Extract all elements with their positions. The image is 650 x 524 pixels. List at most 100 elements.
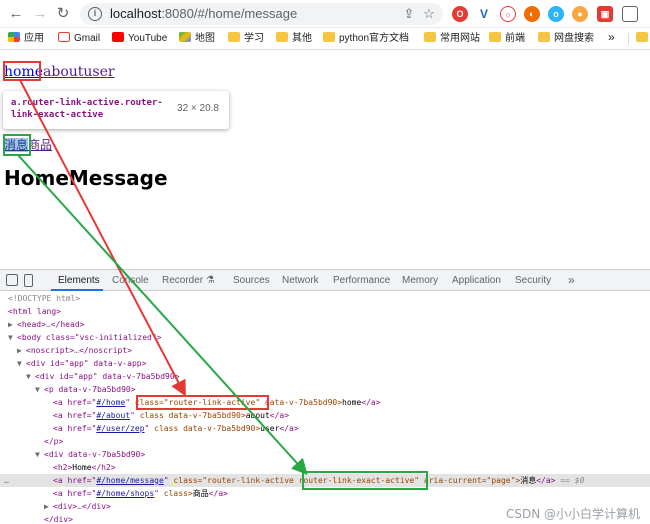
tab-recorder[interactable]: Recorder ⚗ [162, 275, 215, 286]
h2-text: Home [72, 463, 92, 472]
attrs: class data-v-7ba5bd90> [149, 424, 261, 433]
doctype: <!DOCTYPE html> [8, 294, 81, 303]
extension-orange-icon[interactable]: ◐ [524, 6, 540, 22]
dom-line[interactable]: ▼ <div id="app" data-v-app> [0, 357, 650, 370]
tab-memory[interactable]: Memory [402, 275, 438, 286]
bookmark-gmail[interactable]: Gmail [58, 32, 100, 46]
href-link[interactable]: #/home/message [96, 476, 163, 485]
a-close: </a> [269, 411, 290, 420]
link-text: home [342, 398, 362, 407]
tab-performance[interactable]: Performance [333, 275, 390, 286]
dom-line[interactable]: </p> [0, 435, 650, 448]
url-host: localhost [110, 6, 162, 21]
extension-vue-icon[interactable]: V [476, 6, 492, 22]
bookmark-folder-frontend[interactable]: 前端 [489, 32, 525, 46]
more-ellipsis-icon[interactable]: … [4, 474, 9, 487]
expand-arrow-icon[interactable]: ▶ [17, 344, 26, 357]
folder-icon [636, 32, 648, 42]
bookmark-label: 应用 [24, 33, 44, 44]
html-tag: <html lang> [8, 307, 61, 316]
folder-icon [276, 32, 288, 42]
back-arrow-icon[interactable]: ← [6, 4, 26, 24]
info-icon[interactable]: i [88, 7, 102, 21]
extension-circle-icon[interactable]: ○ [500, 6, 516, 22]
dom-line[interactable]: <a href="#/home" class="router-link-acti… [0, 396, 650, 409]
div-home-tag: <div data-v-7ba5bd90> [44, 450, 146, 459]
bookmark-folder-study[interactable]: 学习 [228, 32, 264, 46]
extension-red-icon[interactable]: ▣ [597, 6, 613, 22]
bookmark-label: Gmail [74, 33, 101, 44]
more-tabs-button[interactable]: » [568, 273, 575, 287]
bookmark-folder-sites[interactable]: 常用网站 [424, 32, 480, 46]
attrs: class> [158, 489, 193, 498]
tab-console[interactable]: Console [112, 275, 149, 286]
a-open: <a href=" [53, 476, 97, 485]
bookmark-folder-netdisk[interactable]: 网盘搜索 [538, 32, 594, 46]
extension-opera-icon[interactable]: O [452, 6, 468, 22]
a-open: <a href=" [53, 411, 97, 420]
user-link[interactable]: user [83, 64, 114, 80]
flask-icon: ⚗ [205, 275, 215, 286]
tab-application[interactable]: Application [452, 275, 501, 286]
tab-elements[interactable]: Elements [58, 275, 100, 286]
dom-line[interactable]: <html lang> [0, 305, 650, 318]
dom-line[interactable]: <a href="#/user/zep" class data-v-7ba5bd… [0, 422, 650, 435]
tab-network[interactable]: Network [282, 275, 319, 286]
href-link[interactable]: #/user/zep [96, 424, 144, 433]
dom-line[interactable]: ▼ <body class="vsc-initialized"> [0, 331, 650, 344]
more-bookmarks-button[interactable]: » [608, 30, 615, 44]
extension-cookie-icon[interactable]: ● [572, 6, 588, 22]
href-link[interactable]: #/home/shops [96, 489, 154, 498]
watermark: CSDN @小小白学计算机 [505, 507, 640, 521]
forward-arrow-icon[interactable]: → [30, 4, 50, 24]
href-link[interactable]: #/home [96, 398, 125, 407]
collapse-arrow-icon[interactable]: ▼ [35, 383, 44, 396]
reload-icon[interactable]: ↻ [53, 4, 73, 24]
collapse-arrow-icon[interactable]: ▼ [26, 370, 35, 383]
body-tag: <body class="vsc-initialized"> [17, 333, 162, 342]
about-link[interactable]: about [43, 64, 83, 80]
class-attr-highlight-box [136, 395, 269, 410]
attrs: class data-v-7ba5bd90> [134, 411, 246, 420]
tab-sources[interactable]: Sources [233, 275, 270, 286]
dom-line[interactable]: ▶ <head>…</head> [0, 318, 650, 331]
address-bar[interactable]: i localhost:8080/#/home/message ⇪ ☆ [80, 3, 443, 25]
div-app-tag: <div id="app" data-v-app> [26, 359, 147, 368]
bookmark-youtube[interactable]: YouTube [112, 32, 167, 46]
dom-line[interactable]: <a href="#/about" class data-v-7ba5bd90>… [0, 409, 650, 422]
dom-line[interactable]: ▼ <div id="app" data-v-7ba5bd90> [0, 370, 650, 383]
inspect-element-icon[interactable] [6, 274, 18, 286]
div-app-inner-tag: <div id="app" data-v-7ba5bd90> [35, 372, 180, 381]
dom-line[interactable]: ▶ <noscript>…</noscript> [0, 344, 650, 357]
dom-line[interactable]: <!DOCTYPE html> [0, 292, 650, 305]
dom-line[interactable]: ▼ <p data-v-7ba5bd90> [0, 383, 650, 396]
dom-line[interactable]: ▼ <div data-v-7ba5bd90> [0, 448, 650, 461]
tooltip-dimensions: 32 × 20.8 [177, 103, 219, 114]
collapse-arrow-icon[interactable]: ▼ [35, 448, 44, 461]
link-text: user [260, 424, 280, 433]
href-link[interactable]: #/about [96, 411, 130, 420]
p-end-tag: </p> [44, 437, 64, 446]
collapse-arrow-icon[interactable]: ▼ [8, 331, 17, 344]
link-text: 商品 [192, 489, 209, 498]
bookmark-maps[interactable]: 地图 [179, 32, 215, 46]
extension-window-icon[interactable] [622, 6, 638, 22]
bookmark-folder-other[interactable]: 其他 [276, 32, 312, 46]
tab-security[interactable]: Security [515, 275, 551, 286]
collapse-arrow-icon[interactable]: ▼ [17, 357, 26, 370]
p-tag: <p data-v-7ba5bd90> [44, 385, 136, 394]
a-close: </a> [536, 476, 556, 485]
bookmark-folder-python[interactable]: python官方文档 [323, 32, 409, 46]
shops-link[interactable]: 商品 [28, 138, 52, 152]
expand-arrow-icon[interactable]: ▶ [44, 500, 53, 513]
bookmark-apps[interactable]: 应用 [8, 32, 44, 46]
device-toolbar-icon[interactable] [24, 274, 33, 287]
share-icon[interactable]: ⇪ [401, 6, 417, 22]
bookmark-star-icon[interactable]: ☆ [421, 6, 437, 22]
active-tab-indicator [51, 289, 103, 291]
expand-arrow-icon[interactable]: ▶ [8, 318, 17, 331]
url-text[interactable]: localhost:8080/#/home/message [110, 6, 297, 21]
extension-blue-icon[interactable]: o [548, 6, 564, 22]
a-open: <a href=" [53, 424, 97, 433]
bookmark-folder-overflow[interactable] [636, 32, 650, 46]
